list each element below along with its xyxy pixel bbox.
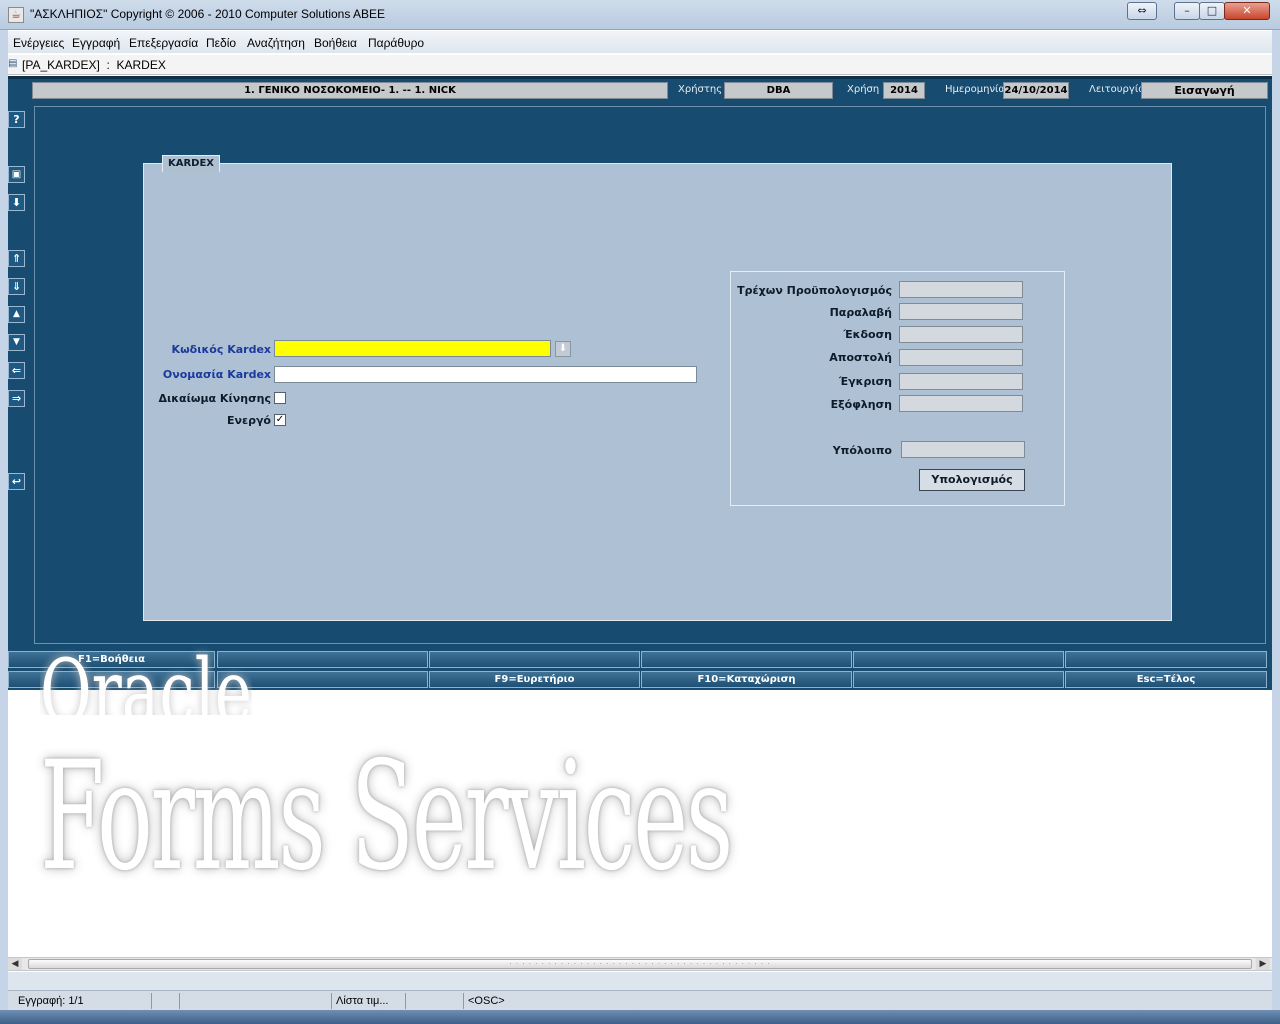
fkey-empty <box>429 651 640 668</box>
next-block-icon[interactable]: ⇒ <box>8 390 25 407</box>
scrollbar-thumb[interactable]: · · · · · · · · · · · · · · · · · · · · … <box>28 959 1252 969</box>
menu-search[interactable]: Αναζήτηση <box>247 36 305 50</box>
receipt-field <box>899 303 1023 320</box>
form-icon: ▤ <box>8 58 18 69</box>
status-cell <box>406 993 464 1009</box>
active-label: Ενεργό <box>226 414 271 427</box>
year-label: Χρήση <box>847 84 880 95</box>
previous-block-icon[interactable]: ⇐ <box>8 362 25 379</box>
menu-actions[interactable]: Ενέργειες <box>13 36 64 50</box>
scroll-left-icon[interactable]: ◀ <box>8 958 22 970</box>
commit-icon[interactable]: ⬇ <box>8 194 25 211</box>
window-title-bar: ☕ "ΑΣΚΛΗΠΙΟΣ" Copyright © 2006 - 2010 Co… <box>0 0 1280 30</box>
menu-edit[interactable]: Επεξεργασία <box>129 36 198 50</box>
close-button[interactable]: ✕ <box>1224 2 1270 20</box>
list-of-values-icon[interactable]: ⬇ <box>555 341 571 357</box>
payment-field <box>899 395 1023 412</box>
kardex-code-label: Κωδικός Kardex <box>171 343 271 356</box>
maximize-button[interactable]: □ <box>1199 2 1225 20</box>
organization-field: 1. ΓΕΝΙΚΟ ΝΟΣΟΚΟΜΕΙΟ- 1. -- 1. NICK <box>32 82 668 99</box>
balance-label: Υπόλοιπο <box>832 444 892 457</box>
year-field: 2014 <box>883 82 925 99</box>
date-label: Ημερομηνία <box>945 84 1006 95</box>
movement-right-label: Δικαίωμα Κίνησης <box>158 392 271 405</box>
kardex-name-input[interactable] <box>274 366 697 383</box>
kardex-name-label: Ονομασία Kardex <box>162 368 271 381</box>
message-line <box>8 972 1272 990</box>
mode-label: Λειτουργία <box>1089 84 1145 95</box>
status-cell <box>180 993 332 1009</box>
user-label: Χρήστης <box>678 84 723 95</box>
os-taskbar <box>0 1010 1280 1024</box>
fkey-empty <box>853 671 1064 688</box>
oracle-watermark: Oracle <box>40 640 253 715</box>
last-record-icon[interactable]: ⇓ <box>8 278 25 295</box>
next-record-icon[interactable]: ▼ <box>8 334 25 351</box>
tab-kardex[interactable]: KARDEX <box>162 155 220 172</box>
minimize-button[interactable]: – <box>1174 2 1200 20</box>
issue-label: Έκδοση <box>843 328 892 341</box>
form-window-title-bar: ▤ [PA_KARDEX] : KARDEX <box>8 55 1272 75</box>
issue-field <box>899 326 1023 343</box>
form-window-title: [PA_KARDEX] : KARDEX <box>22 58 166 72</box>
fkey-empty <box>1065 651 1267 668</box>
kardex-code-input[interactable] <box>274 340 551 357</box>
fkey-empty <box>853 651 1064 668</box>
mode-field: Εισαγωγή <box>1141 82 1268 99</box>
first-record-icon[interactable]: ⇑ <box>8 250 25 267</box>
window-frame-right <box>1272 30 1280 1024</box>
window-frame-left <box>0 30 8 1024</box>
save-icon[interactable]: ▣ <box>8 166 25 183</box>
fkey-commit[interactable]: F10=Καταχώριση <box>641 671 852 688</box>
undo-icon[interactable]: ↩ <box>8 473 25 490</box>
calculate-button[interactable]: Υπολογισμός <box>919 469 1025 491</box>
status-cell <box>152 993 180 1009</box>
help-icon[interactable]: ? <box>8 111 25 128</box>
approval-label: Έγκριση <box>838 375 892 388</box>
payment-label: Εξόφληση <box>830 398 892 411</box>
menu-field[interactable]: Πεδίο <box>206 36 236 50</box>
date-field: 24/10/2014 <box>1003 82 1069 99</box>
divider <box>8 76 1272 79</box>
balance-field <box>901 441 1025 458</box>
fkey-empty <box>641 651 852 668</box>
scroll-right-icon[interactable]: ▶ <box>1256 958 1270 970</box>
previous-record-icon[interactable]: ▲ <box>8 306 25 323</box>
dispatch-label: Αποστολή <box>829 351 892 364</box>
dispatch-field <box>899 349 1023 366</box>
fkey-exit[interactable]: Esc=Τέλος <box>1065 671 1267 688</box>
current-budget-label: Τρέχων Προϋπολογισμός <box>737 284 892 297</box>
record-counter: Εγγραφή: 1/1 <box>14 993 152 1009</box>
osc-indicator: <OSC> <box>468 995 505 1007</box>
menu-help[interactable]: Βοήθεια <box>314 36 357 50</box>
movement-right-checkbox[interactable] <box>274 392 286 404</box>
horizontal-scrollbar[interactable]: ◀ · · · · · · · · · · · · · · · · · · · … <box>8 957 1272 971</box>
menu-record[interactable]: Εγγραφή <box>72 36 120 50</box>
active-checkbox[interactable]: ✓ <box>274 414 286 426</box>
java-icon: ☕ <box>8 7 24 23</box>
receipt-label: Παραλαβή <box>829 306 892 319</box>
fkey-index[interactable]: F9=Ευρετήριο <box>429 671 640 688</box>
current-budget-field <box>899 281 1023 298</box>
approval-field <box>899 373 1023 390</box>
status-bar: Εγγραφή: 1/1 Λίστα τιμ... <OSC> <box>8 990 1272 1010</box>
list-of-values-indicator: Λίστα τιμ... <box>332 993 406 1009</box>
forms-services-watermark: Forms Services <box>40 730 733 904</box>
menu-bar: Ενέργειες Εγγραφή Επεξεργασία Πεδίο Αναζ… <box>8 31 1272 53</box>
switch-window-button[interactable]: ⇔ <box>1127 2 1157 20</box>
user-field: DBA <box>724 82 833 99</box>
window-title: "ΑΣΚΛΗΠΙΟΣ" Copyright © 2006 - 2010 Comp… <box>30 7 386 21</box>
menu-window[interactable]: Παράθυρο <box>368 36 424 50</box>
